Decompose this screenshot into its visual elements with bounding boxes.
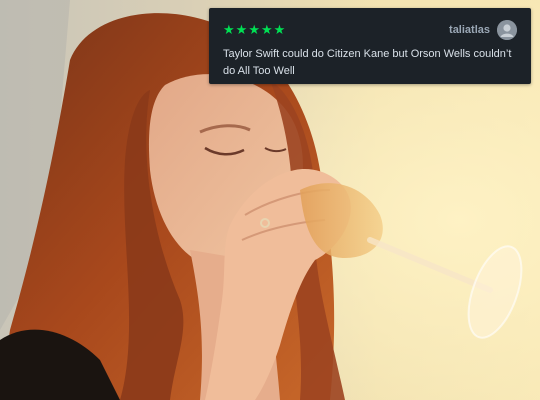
star-rating: ★ ★ ★ ★ ★ bbox=[223, 24, 285, 37]
review-text: Taylor Swift could do Citizen Kane but O… bbox=[223, 48, 512, 77]
star-icon: ★ bbox=[223, 22, 235, 38]
star-icon: ★ bbox=[248, 22, 260, 38]
review-header: ★ ★ ★ ★ ★ taliatlas bbox=[223, 20, 517, 40]
review-author[interactable]: taliatlas bbox=[449, 20, 517, 40]
review-card: ★ ★ ★ ★ ★ taliatlas Taylor Swift could d… bbox=[209, 8, 531, 84]
user-avatar-icon[interactable] bbox=[497, 20, 517, 40]
star-icon: ★ bbox=[273, 22, 286, 38]
star-icon: ★ bbox=[260, 22, 273, 38]
username[interactable]: taliatlas bbox=[449, 24, 490, 36]
star-icon: ★ bbox=[235, 22, 248, 38]
